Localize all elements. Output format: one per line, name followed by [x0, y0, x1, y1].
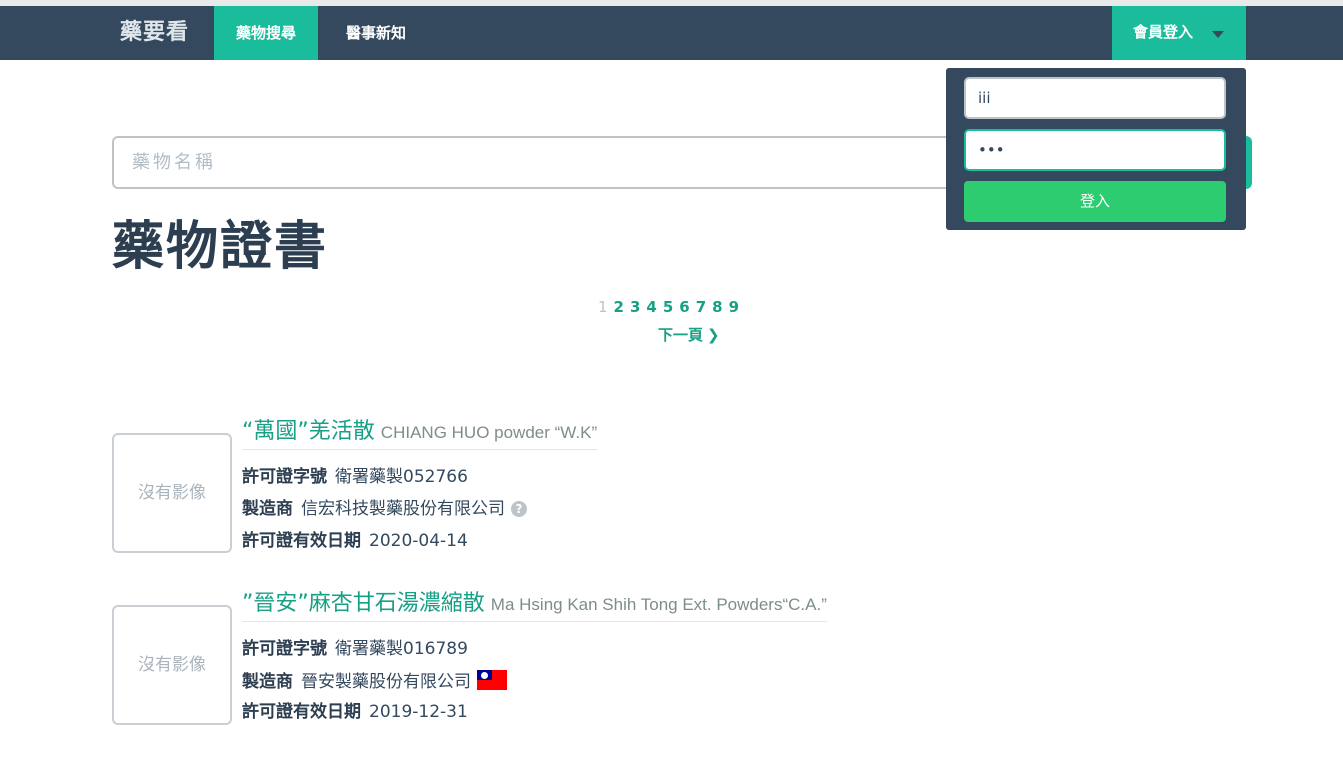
result-expiry-row: 許可證有效日期 2019-12-31: [242, 701, 468, 723]
next-page-label: 下一頁: [658, 326, 704, 344]
result-manufacturer-row: 製造商 信宏科技製藥股份有限公司?: [242, 498, 527, 520]
password-input[interactable]: [964, 129, 1226, 171]
result-license-row: 許可證字號 衛署藥製052766: [242, 466, 468, 488]
page-link[interactable]: 8: [712, 296, 722, 318]
page-title: 藥物證書: [112, 217, 329, 277]
result-title[interactable]: “萬國”羌活散 CHIANG HUO powder “W.K”: [242, 413, 598, 450]
nav-item-drug-search[interactable]: 藥物搜尋: [214, 6, 319, 60]
result-license-row: 許可證字號 衛署藥製016789: [242, 638, 468, 660]
pagination: 123456789: [598, 296, 745, 318]
result-thumbnail[interactable]: 沒有影像: [112, 433, 232, 553]
manufacturer-value: 晉安製藥股份有限公司: [301, 672, 471, 692]
page-current: 1: [598, 298, 608, 316]
expiry-value: 2019-12-31: [369, 702, 468, 722]
nav-item-medical-news[interactable]: 醫事新知: [324, 6, 428, 60]
license-label: 許可證字號: [242, 467, 327, 487]
license-value: 衛署藥製016789: [335, 639, 468, 659]
license-value: 衛署藥製052766: [335, 467, 468, 487]
page-link[interactable]: 9: [729, 296, 739, 318]
manufacturer-label: 製造商: [242, 499, 293, 519]
license-label: 許可證字號: [242, 639, 327, 659]
next-page-link[interactable]: 下一頁 ❯: [658, 324, 720, 345]
result-name-zh: ”晉安”麻杏甘石湯濃縮散: [242, 591, 485, 616]
page-link[interactable]: 2: [614, 296, 624, 318]
member-login-label: 會員登入: [1133, 23, 1194, 41]
result-manufacturer-row: 製造商 晉安製藥股份有限公司: [242, 670, 507, 693]
brand-logo[interactable]: 藥要看: [120, 19, 189, 47]
expiry-value: 2020-04-14: [369, 531, 468, 551]
page-link[interactable]: 5: [663, 296, 673, 318]
username-input[interactable]: [964, 77, 1226, 119]
result-name-zh: “萬國”羌活散: [242, 419, 375, 444]
result-thumbnail[interactable]: 沒有影像: [112, 605, 232, 725]
result-name-en: Ma Hsing Kan Shih Tong Ext. Powders“C.A.…: [490, 595, 827, 614]
help-icon[interactable]: ?: [511, 501, 527, 517]
login-submit-button[interactable]: 登入: [964, 181, 1226, 222]
taiwan-flag-icon: [477, 670, 507, 690]
chevron-right-icon: ❯: [707, 326, 720, 344]
page-link[interactable]: 6: [679, 296, 689, 318]
page-link[interactable]: 4: [646, 296, 656, 318]
expiry-label: 許可證有效日期: [242, 702, 361, 722]
member-login-toggle[interactable]: 會員登入: [1112, 6, 1246, 60]
result-title[interactable]: ”晉安”麻杏甘石湯濃縮散 Ma Hsing Kan Shih Tong Ext. …: [242, 585, 827, 622]
expiry-label: 許可證有效日期: [242, 531, 361, 551]
manufacturer-label: 製造商: [242, 672, 293, 692]
result-name-en: CHIANG HUO powder “W.K”: [380, 423, 598, 442]
caret-down-icon: [1212, 31, 1224, 38]
top-navbar: 藥要看 藥物搜尋 醫事新知 會員登入: [0, 6, 1343, 60]
result-expiry-row: 許可證有效日期 2020-04-14: [242, 530, 468, 552]
page-link[interactable]: 7: [696, 296, 706, 318]
login-dropdown: 登入: [946, 68, 1246, 230]
flag-sun: [481, 672, 488, 679]
manufacturer-value: 信宏科技製藥股份有限公司: [301, 499, 505, 519]
page-link[interactable]: 3: [630, 296, 640, 318]
